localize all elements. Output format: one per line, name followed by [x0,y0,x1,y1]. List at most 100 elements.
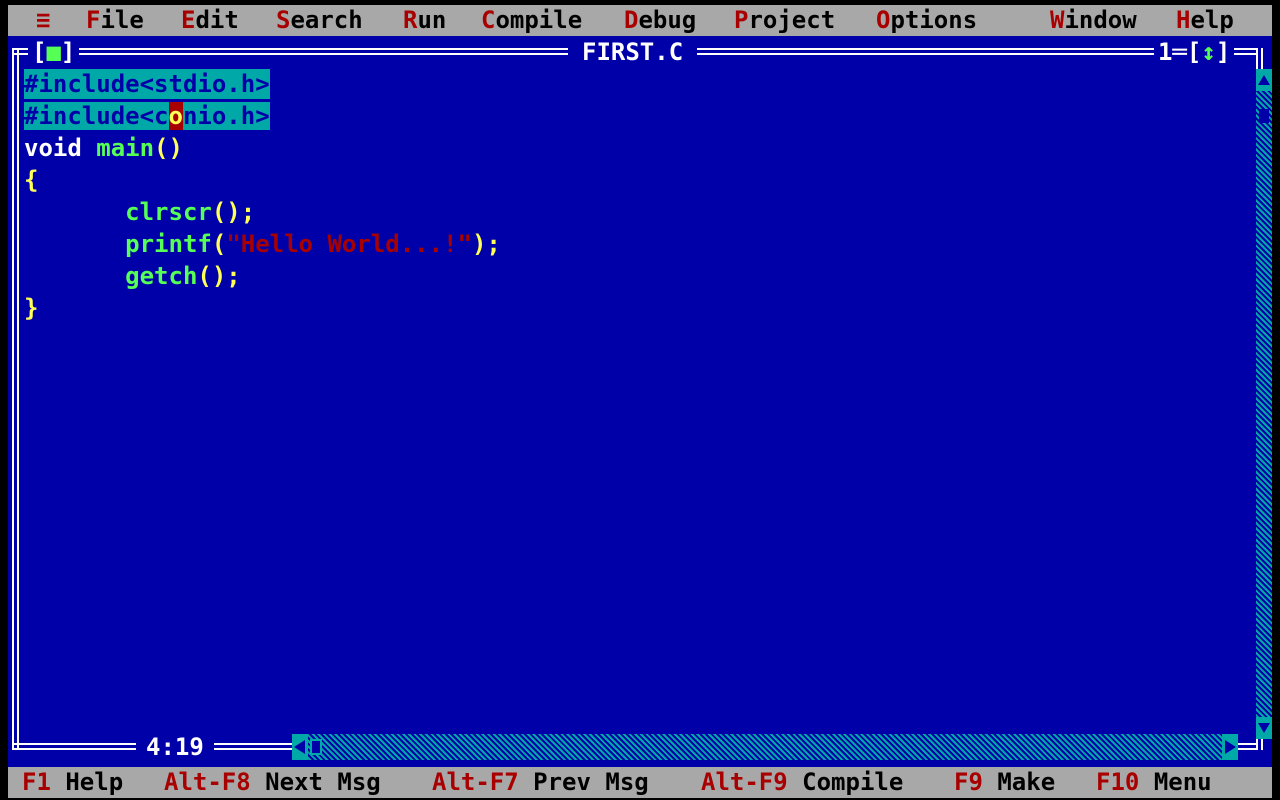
code-editor[interactable]: #include<stdio.h> #include<conio.h> void… [24,69,1254,739]
text-cursor: o [168,102,183,130]
punctuation: ); [471,230,501,258]
menu-compile-hotkey: C [481,6,496,34]
code-line-6[interactable]: printf("Hello World...!"); [24,229,501,259]
status-make-label: Make [997,768,1056,796]
status-prev-msg[interactable]: Alt-F7 Prev Msg [432,767,649,798]
menu-project-hotkey: P [734,6,749,34]
system-menu-icon[interactable]: ≡ [36,5,50,36]
code-line-5[interactable]: clrscr(); [24,197,255,227]
menu-project[interactable]: Project [734,5,835,36]
menu-run-hotkey: R [403,6,418,34]
menu-options[interactable]: Options [876,5,977,36]
close-box-close: ] [60,38,76,66]
code-line-2-part-a: #include<c [24,102,169,130]
window-title: FIRST.C [568,37,698,67]
scroll-right-arrow-icon[interactable] [1222,734,1238,760]
menu-file-hotkey: F [86,6,101,34]
status-compile-label: Compile [802,768,904,796]
status-help[interactable]: F1 Help [22,767,123,798]
zoom-box[interactable]: [↕] [1187,38,1230,66]
menu-window-label: indow [1064,6,1137,34]
function-getch: getch [125,262,198,290]
close-box-open: [ [32,38,47,66]
menu-debug-hotkey: D [624,6,639,34]
function-main: main [96,134,155,162]
code-line-3[interactable]: void main() [24,133,183,163]
punctuation: () [154,134,183,162]
vertical-scrollbar[interactable] [1256,69,1272,739]
status-make[interactable]: F9 Make [954,767,1055,798]
status-menu-label: Menu [1153,768,1212,796]
scroll-up-arrow-icon[interactable] [1256,69,1272,91]
frame-dash: ═ [1172,38,1187,66]
status-prev-msg-label: Prev Msg [533,768,649,796]
menu-options-hotkey: O [876,6,891,34]
zoom-box-open: [ [1186,38,1202,66]
function-printf: printf [125,230,212,258]
keyword-void: void [24,134,82,162]
editor-window: [■] FIRST.C 1═[↕] #include<stdio.h> #inc… [8,36,1272,767]
menu-compile[interactable]: Compile [481,5,582,36]
menu-search-label: earch [290,6,363,34]
code-line-2-part-b: nio.h> [182,102,270,130]
status-next-msg-key: Alt-F8 [164,768,251,796]
code-line-2[interactable]: #include<conio.h> [24,101,270,131]
horizontal-scroll-thumb[interactable] [310,739,322,755]
status-menu[interactable]: F10 Menu [1096,767,1212,798]
window-number: 1 [1158,38,1173,66]
status-compile-key: Alt-F9 [701,768,788,796]
punctuation: (); [211,198,256,226]
window-frame-left [12,48,19,750]
punctuation: ( [211,230,227,258]
status-next-msg[interactable]: Alt-F8 Next Msg [164,767,381,798]
status-bar: F1 Help Alt-F8 Next Msg Alt-F7 Prev Msg … [8,767,1272,798]
menu-compile-label: ompile [495,6,583,34]
menu-bar: ≡ File Edit Search Run Compile Debug Pro… [8,5,1272,36]
menu-help-label: elp [1190,6,1234,34]
cursor-position: 4:19 [136,733,214,761]
menu-run-label: un [417,6,447,34]
window-number-zoom: 1═[↕] [1154,37,1235,67]
menu-edit-hotkey: E [181,6,196,34]
menu-debug-label: ebug [638,6,697,34]
zoom-box-close: ] [1215,38,1231,66]
code-line-8[interactable]: } [24,293,38,323]
menu-search-hotkey: S [276,6,291,34]
menu-project-label: roject [748,6,836,34]
status-prev-msg-key: Alt-F7 [432,768,519,796]
zoom-icon: ↕ [1201,38,1216,66]
menu-debug[interactable]: Debug [624,5,696,36]
string-literal: "Hello World...!" [226,230,472,258]
close-icon: ■ [46,38,61,66]
code-line-4[interactable]: { [24,165,38,195]
menu-file[interactable]: File [86,5,144,36]
menu-window[interactable]: Window [1050,5,1137,36]
scroll-down-arrow-icon[interactable] [1256,717,1272,739]
status-make-key: F9 [954,768,983,796]
menu-window-hotkey: W [1050,6,1065,34]
menu-help-hotkey: H [1176,6,1191,34]
status-help-label: Help [65,768,124,796]
menu-file-label: ile [100,6,144,34]
close-box[interactable]: [■] [28,37,80,67]
status-help-key: F1 [22,768,51,796]
menu-edit[interactable]: Edit [181,5,239,36]
status-next-msg-label: Next Msg [265,768,381,796]
code-line-7[interactable]: getch(); [24,261,241,291]
status-compile[interactable]: Alt-F9 Compile [701,767,903,798]
vertical-scroll-thumb[interactable] [1259,109,1269,123]
menu-edit-label: dit [195,6,239,34]
function-clrscr: clrscr [125,198,212,226]
menu-run[interactable]: Run [403,5,446,36]
code-line-1[interactable]: #include<stdio.h> [24,69,270,99]
punctuation: (); [197,262,241,290]
menu-search[interactable]: Search [276,5,363,36]
scroll-left-arrow-icon[interactable] [292,734,308,760]
menu-options-label: ptions [890,6,978,34]
menu-help[interactable]: Help [1176,5,1234,36]
status-menu-key: F10 [1096,768,1140,796]
horizontal-scrollbar[interactable] [292,734,1238,760]
